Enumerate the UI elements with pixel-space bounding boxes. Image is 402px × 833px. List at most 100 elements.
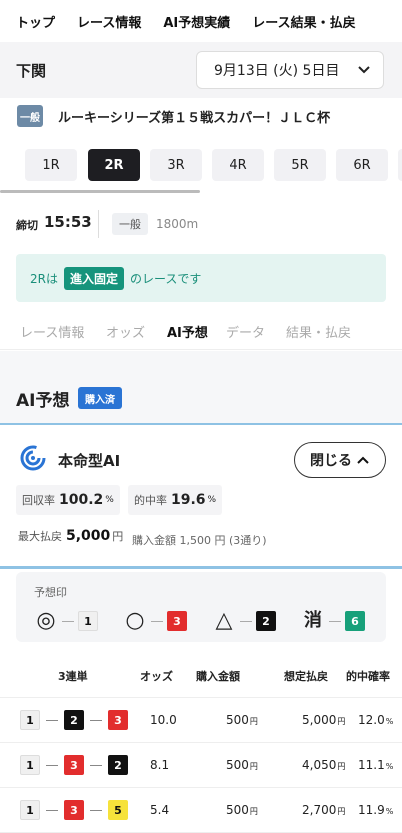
- pct-unit: %: [385, 807, 394, 816]
- top-nav: トップ レース情報 AI予想実績 レース結果・払戻: [0, 0, 402, 42]
- payout-number: 4,050: [302, 758, 337, 772]
- race-tab-partial[interactable]: [398, 149, 402, 181]
- hit-rate: 的中率 19.6 %: [128, 485, 223, 515]
- race-tab-3r[interactable]: 3R: [150, 149, 202, 181]
- close-button-label: 閉じる: [310, 453, 352, 469]
- col-amount: 購入金額: [196, 670, 240, 683]
- yen-unit: 円: [337, 807, 346, 816]
- amount-value: 500円: [226, 713, 258, 727]
- boat-number: 2: [256, 611, 276, 631]
- date-select[interactable]: 9月13日 (火) 5日目: [196, 51, 384, 89]
- tab-race-info[interactable]: レース情報: [20, 322, 84, 341]
- recovery-rate: 回収率 100.2 %: [16, 485, 120, 515]
- race-tab-2r[interactable]: 2R: [88, 149, 140, 181]
- close-button[interactable]: 閉じる: [294, 442, 386, 478]
- hit-label: 的中率: [134, 494, 167, 507]
- double-circle-icon: ◎: [36, 608, 56, 633]
- payout-number: 2,700: [302, 803, 337, 817]
- close-grade-badge: 一般: [112, 213, 148, 235]
- dash: [240, 620, 252, 622]
- payout-value: 5,000円: [302, 713, 345, 727]
- yen-unit: 円: [249, 717, 258, 726]
- dash: [62, 620, 74, 622]
- boat-number: 1: [20, 710, 40, 730]
- grade-badge: 一般: [17, 105, 43, 127]
- mark-honmei: ◎ 1: [34, 608, 98, 634]
- mark-kesu: 消 6: [301, 608, 365, 634]
- tab-odds[interactable]: オッズ: [106, 322, 145, 341]
- table-row[interactable]: 1 3 2 8.1 500円 4,050円 11.1%: [0, 743, 402, 788]
- odds-value: 10.0: [150, 713, 177, 727]
- chevron-down-icon: [358, 66, 370, 74]
- race-tabs: 1R 2R 3R 4R 5R 6R: [0, 145, 402, 185]
- nav-top[interactable]: トップ: [16, 12, 55, 31]
- rate-number: 12.0: [358, 713, 385, 727]
- recovery-label: 回収率: [22, 494, 55, 507]
- race-note: 2Rは 進入固定 のレースです: [16, 254, 386, 302]
- nav-ai-results[interactable]: AI予想実績: [163, 12, 230, 31]
- odds-value: 8.1: [150, 758, 170, 772]
- venue-row: 下関 9月13日 (火) 5日目: [0, 42, 402, 98]
- nav-race-info[interactable]: レース情報: [77, 12, 141, 31]
- rate-value: 11.9%: [358, 803, 393, 817]
- rate-number: 11.1: [358, 758, 385, 772]
- max-unit: 円: [112, 530, 124, 543]
- dash: [90, 809, 102, 811]
- dash: [151, 620, 163, 622]
- marks-title: 予想印: [34, 586, 67, 599]
- trifecta-combo: 1 3 2: [20, 755, 128, 775]
- hit-unit: %: [207, 495, 217, 505]
- fixed-entry-badge: 進入固定: [63, 266, 124, 290]
- table-row[interactable]: 1 3 5 5.4 500円 2,700円 11.9%: [0, 788, 402, 833]
- race-tab-4r[interactable]: 4R: [212, 149, 264, 181]
- close-time: 15:53: [44, 213, 92, 231]
- max-label: 最大払戻: [18, 530, 62, 543]
- boat-number: 1: [20, 800, 40, 820]
- amount-number: 500: [226, 758, 249, 772]
- boat-number: 5: [108, 800, 128, 820]
- dash: [46, 764, 58, 766]
- col-odds: オッズ: [140, 670, 173, 683]
- model-name: 本命型AI: [58, 452, 121, 470]
- tab-data[interactable]: データ: [226, 322, 265, 341]
- boat-number: 6: [345, 611, 365, 631]
- mark-osae: △ 2: [212, 608, 276, 634]
- dash: [46, 809, 58, 811]
- target-icon: [20, 445, 46, 471]
- note-suffix: のレースです: [130, 271, 202, 286]
- rate-value: 12.0%: [358, 713, 393, 727]
- sub-tabs: レース情報 オッズ AI予想 データ 結果・払戻: [0, 312, 402, 353]
- race-distance: 1800m: [156, 217, 199, 231]
- triangle-icon: △: [215, 608, 233, 633]
- amount-value: 500円: [226, 758, 258, 772]
- odds-value: 5.4: [150, 803, 170, 817]
- race-tab-6r[interactable]: 6R: [336, 149, 388, 181]
- race-tab-1r[interactable]: 1R: [25, 149, 77, 181]
- trifecta-combo: 1 3 5: [20, 800, 128, 820]
- payout-value: 2,700円: [302, 803, 345, 817]
- eliminate-mark: 消: [304, 610, 322, 631]
- boat-number: 2: [64, 710, 84, 730]
- col-hit-rate: 的中確率: [346, 670, 390, 683]
- table-row[interactable]: 1 2 3 10.0 500円 5,000円 12.0%: [0, 698, 402, 743]
- dash: [46, 719, 58, 721]
- close-row: 締切 15:53 一般 1800m: [0, 206, 402, 242]
- recovery-unit: %: [105, 495, 114, 505]
- nav-race-results[interactable]: レース結果・払戻: [252, 12, 355, 31]
- chevron-up-icon: [357, 456, 369, 464]
- tab-ai-prediction[interactable]: AI予想: [167, 322, 208, 353]
- payout-value: 4,050円: [302, 758, 345, 772]
- boat-number: 2: [108, 755, 128, 775]
- section-divider: [0, 566, 402, 569]
- divider: [98, 210, 99, 238]
- tab-results[interactable]: 結果・払戻: [286, 322, 351, 341]
- boat-number: 1: [78, 611, 98, 631]
- bets-table-header: 3連単 オッズ 購入金額 想定払戻 的中確率: [0, 654, 402, 698]
- venue-name: 下関: [16, 61, 47, 80]
- yen-unit: 円: [249, 762, 258, 771]
- race-tab-5r[interactable]: 5R: [274, 149, 326, 181]
- race-title-row: 一般 ルーキーシリーズ第１５戦スカパー！ＪＬＣ杯: [0, 98, 402, 136]
- rate-value: 11.1%: [358, 758, 393, 772]
- race-tabs-scrollbar[interactable]: [0, 190, 200, 193]
- dash: [90, 719, 102, 721]
